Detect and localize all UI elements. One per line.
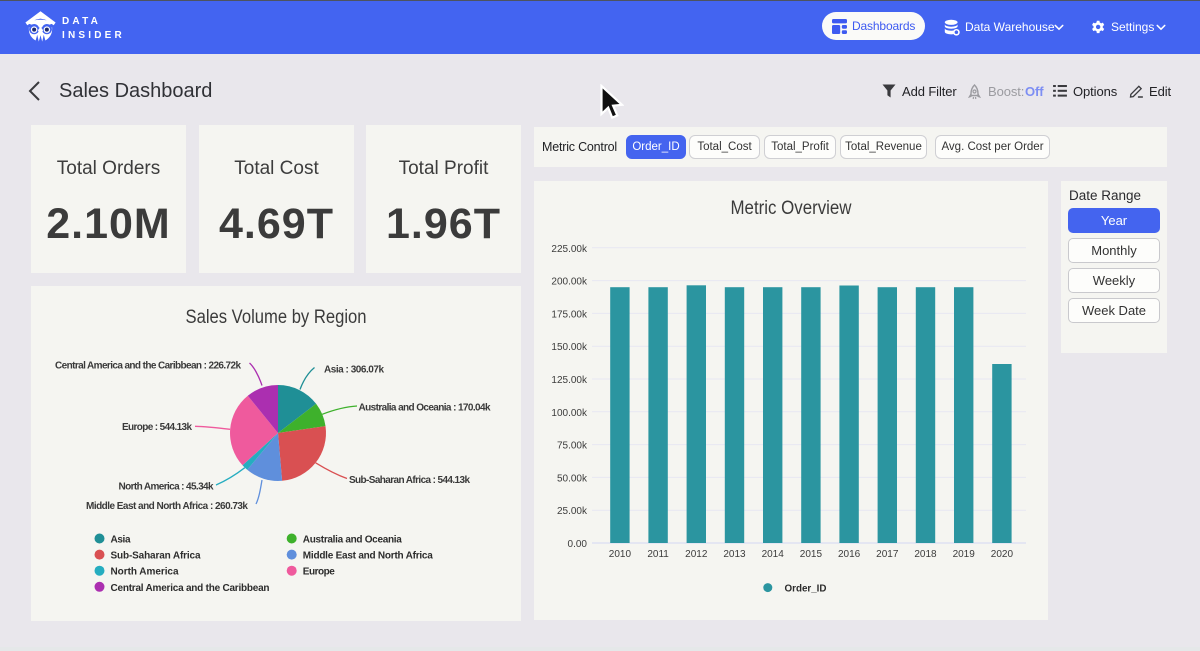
svg-text:2015: 2015 [800,549,823,560]
svg-text:50.00k: 50.00k [557,473,588,484]
svg-text:Australia and Oceania: Australia and Oceania [303,535,402,546]
svg-text:2018: 2018 [914,549,937,560]
svg-text:Sub-Saharan Africa: Sub-Saharan Africa [111,551,201,562]
svg-text:100.00k: 100.00k [551,408,588,419]
svg-text:Europe: Europe [303,567,335,578]
svg-text:Asia: Asia [111,535,131,546]
svg-text:2020: 2020 [991,549,1014,560]
svg-text:175.00k: 175.00k [551,309,588,320]
svg-text:Central America and the Caribb: Central America and the Caribbean : 226.… [55,361,241,372]
svg-text:0.00: 0.00 [568,539,588,550]
svg-text:2013: 2013 [723,549,746,560]
svg-text:200.00k: 200.00k [551,277,588,288]
svg-text:Middle East and North Africa: Middle East and North Africa [303,551,433,562]
svg-text:25.00k: 25.00k [557,506,588,517]
svg-text:2011: 2011 [647,549,669,560]
svg-text:North America : 45.34k: North America : 45.34k [119,482,214,493]
svg-text:2014: 2014 [762,549,785,560]
svg-text:2010: 2010 [609,549,632,560]
svg-text:2019: 2019 [953,549,976,560]
svg-text:2017: 2017 [876,549,899,560]
svg-text:Asia : 306.07k: Asia : 306.07k [324,365,384,376]
svg-text:125.00k: 125.00k [551,375,588,386]
svg-text:75.00k: 75.00k [557,441,588,452]
svg-text:2016: 2016 [838,549,861,560]
svg-text:Sales Volume by Region: Sales Volume by Region [186,307,367,328]
svg-text:Australia and Oceania : 170.04: Australia and Oceania : 170.04k [359,403,491,414]
svg-text:150.00k: 150.00k [551,342,588,353]
svg-text:225.00k: 225.00k [551,244,588,255]
svg-text:North America: North America [111,567,179,578]
svg-text:Metric Overview: Metric Overview [731,198,852,219]
svg-text:Order_ID: Order_ID [785,584,827,595]
svg-text:Europe : 544.13k: Europe : 544.13k [122,422,192,433]
svg-text:Middle East and North Africa :: Middle East and North Africa : 260.73k [86,501,248,512]
svg-text:Central America and the Caribb: Central America and the Caribbean [111,583,270,594]
svg-text:Sub-Saharan Africa : 544.13k: Sub-Saharan Africa : 544.13k [349,475,470,486]
svg-text:2012: 2012 [685,549,708,560]
